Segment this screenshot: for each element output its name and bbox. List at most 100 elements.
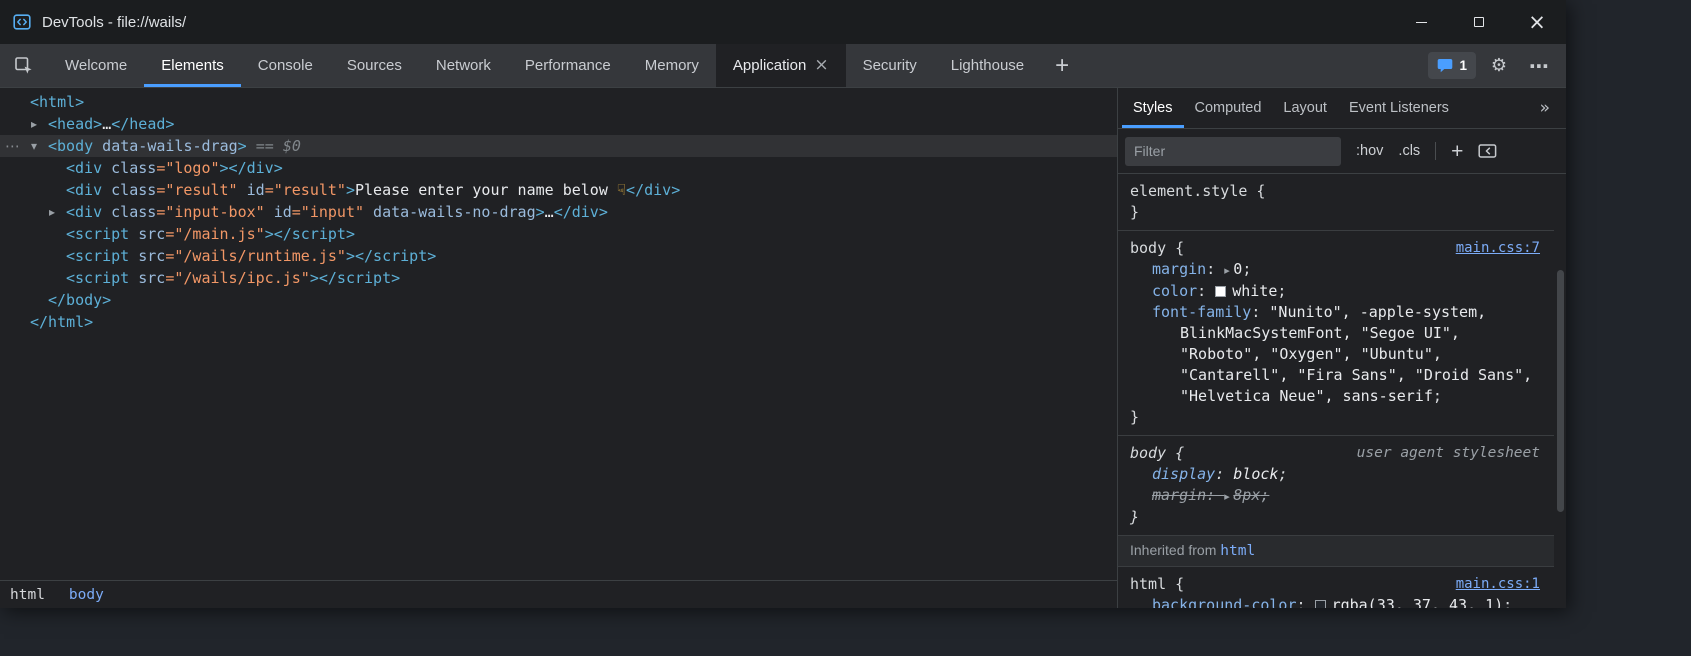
more-options-icon[interactable]: ⋯ [1522, 49, 1556, 83]
close-tab-icon[interactable]: × [814, 57, 828, 74]
color-swatch[interactable] [1315, 600, 1326, 608]
tab-label: Application [733, 57, 806, 74]
css-declaration[interactable]: color: white; [1118, 281, 1554, 302]
tab-console[interactable]: Console [241, 44, 330, 87]
dom-tree-node[interactable]: <script src="/wails/ipc.js"></script> [0, 267, 1117, 289]
rule-header: body {main.css:7 [1118, 238, 1554, 259]
tab-performance[interactable]: Performance [508, 44, 628, 87]
inspect-element-button[interactable] [0, 44, 48, 87]
attr-name-token: data-wails-no-drag [364, 203, 536, 221]
close-button[interactable]: × [1508, 0, 1566, 44]
settings-gear-icon[interactable]: ⚙ [1482, 49, 1516, 83]
tab-label: Security [863, 57, 917, 74]
stylesheet-origin-note: user agent stylesheet [1357, 443, 1540, 464]
breadcrumb: html body [0, 580, 1117, 608]
tag-token: <div [66, 181, 102, 199]
dom-tree-node[interactable]: </body> [0, 289, 1117, 311]
dom-tree-node[interactable]: </html> [0, 311, 1117, 333]
stylesheet-link[interactable]: main.css:7 [1456, 238, 1540, 259]
css-declaration[interactable]: margin: ▸ 8px; [1118, 485, 1554, 507]
tab-label: Event Listeners [1349, 100, 1449, 116]
colon: : [1215, 465, 1233, 483]
tab-security[interactable]: Security [846, 44, 934, 87]
close-brace: } [1118, 407, 1554, 428]
dom-tree-node[interactable]: ▸<div class="input-box" id="input" data-… [0, 201, 1117, 223]
dom-tree-node[interactable]: ▸<head>…</head> [0, 113, 1117, 135]
expand-shorthand-icon[interactable]: ▸ [1224, 490, 1233, 503]
dom-tree-node[interactable]: <div class="logo"></div> [0, 157, 1117, 179]
close-brace: } [1118, 507, 1554, 528]
stylesheet-link[interactable]: main.css:1 [1456, 574, 1540, 595]
dom-tree-node[interactable]: <script src="/main.js"></script> [0, 223, 1117, 245]
maximize-icon [1474, 17, 1484, 27]
open-brace: { [1166, 443, 1184, 464]
dom-tree-node[interactable]: <html> [0, 91, 1117, 113]
tag-token: </div> [626, 181, 680, 199]
close-icon: × [1528, 12, 1546, 33]
expand-shorthand-icon[interactable]: ▸ [1224, 264, 1233, 277]
dom-tree-node[interactable]: <script src="/wails/runtime.js"></script… [0, 245, 1117, 267]
css-property-name: font-family [1152, 303, 1251, 321]
css-property-name: color [1152, 282, 1197, 300]
rule-selector[interactable]: body [1130, 443, 1166, 464]
color-swatch[interactable] [1215, 286, 1226, 297]
computed-sidebar-toggle-icon[interactable] [1478, 142, 1497, 160]
tab-network[interactable]: Network [419, 44, 508, 87]
devtools-window: DevTools - file://wails/ × WelcomeElemen… [0, 0, 1566, 608]
attr-value-token: ="input" [292, 203, 364, 221]
tab-lighthouse[interactable]: Lighthouse [934, 44, 1041, 87]
element-class-toggle[interactable]: .cls [1398, 143, 1420, 159]
panel-tabs: WelcomeElementsConsoleSourcesNetwork Perf… [48, 44, 1041, 87]
tab-label: Computed [1195, 100, 1262, 116]
semicolon: ; [1242, 260, 1251, 278]
expand-arrow-icon[interactable]: ▾ [31, 135, 47, 157]
rule-selector[interactable]: body [1130, 238, 1166, 259]
styles-scrollbar-thumb[interactable] [1557, 270, 1564, 512]
tab-application[interactable]: Application × [716, 44, 846, 87]
inspect-cursor-icon [14, 56, 34, 76]
meta-token: == [247, 137, 283, 155]
css-declaration[interactable]: font-family: "Nunito", -apple-system, Bl… [1118, 302, 1554, 407]
attr-value-token: ="/wails/ipc.js" [165, 269, 310, 287]
tab-overflow-chevron-icon[interactable]: » [1540, 98, 1550, 118]
sidebar-tab-layout[interactable]: Layout [1272, 88, 1338, 128]
tab-welcome[interactable]: Welcome [48, 44, 144, 87]
tag-token: <script [66, 225, 129, 243]
feedback-issues-button[interactable]: 1 [1428, 52, 1476, 79]
tab-elements[interactable]: Elements [144, 44, 241, 87]
styles-filter-input[interactable] [1125, 137, 1341, 166]
rule-selector[interactable]: html [1130, 574, 1166, 595]
colon: : [1251, 303, 1269, 321]
colon: : [1206, 260, 1224, 278]
tab-memory[interactable]: Memory [628, 44, 716, 87]
pseudo-state-toggle[interactable]: :hov [1356, 143, 1383, 159]
expand-arrow-icon[interactable]: ▸ [31, 113, 47, 135]
rule-header: element.style { [1118, 181, 1554, 202]
tab-label: Performance [525, 57, 611, 74]
node-overflow-dots[interactable]: ⋯ [5, 135, 21, 157]
expand-arrow-icon[interactable]: ▸ [49, 201, 65, 223]
breadcrumb-item-body[interactable]: body [69, 587, 104, 603]
node-link[interactable]: html [1220, 543, 1255, 559]
attr-name-token: class [102, 203, 156, 221]
rule-selector[interactable]: element.style [1130, 181, 1247, 202]
tab-sources[interactable]: Sources [330, 44, 419, 87]
rule-header: body { user agent stylesheet [1118, 443, 1554, 464]
css-declaration[interactable]: background-color: rgba(33, 37, 43, 1); [1118, 595, 1554, 608]
attr-value-token: ="logo" [156, 159, 219, 177]
dom-tree-node[interactable]: ⋯▾<body data-wails-drag> == $0 [0, 135, 1117, 157]
tag-token: <div [66, 159, 102, 177]
sidebar-tab-event-listeners[interactable]: Event Listeners [1338, 88, 1460, 128]
css-declaration[interactable]: display: block; [1118, 464, 1554, 485]
add-panel-button[interactable]: + [1041, 44, 1083, 87]
maximize-button[interactable] [1450, 0, 1508, 44]
sidebar-tab-computed[interactable]: Computed [1184, 88, 1273, 128]
dom-tree-node[interactable]: <div class="result" id="result">Please e… [0, 179, 1117, 201]
new-style-rule-button[interactable]: + [1451, 141, 1463, 162]
css-declaration[interactable]: margin: ▸ 0; [1118, 259, 1554, 281]
breadcrumb-item-html[interactable]: html [10, 587, 45, 603]
text-token: … [545, 203, 554, 221]
minimize-button[interactable] [1392, 0, 1450, 44]
text-token: Please enter your name below [355, 181, 617, 199]
sidebar-tab-styles[interactable]: Styles [1122, 88, 1184, 128]
